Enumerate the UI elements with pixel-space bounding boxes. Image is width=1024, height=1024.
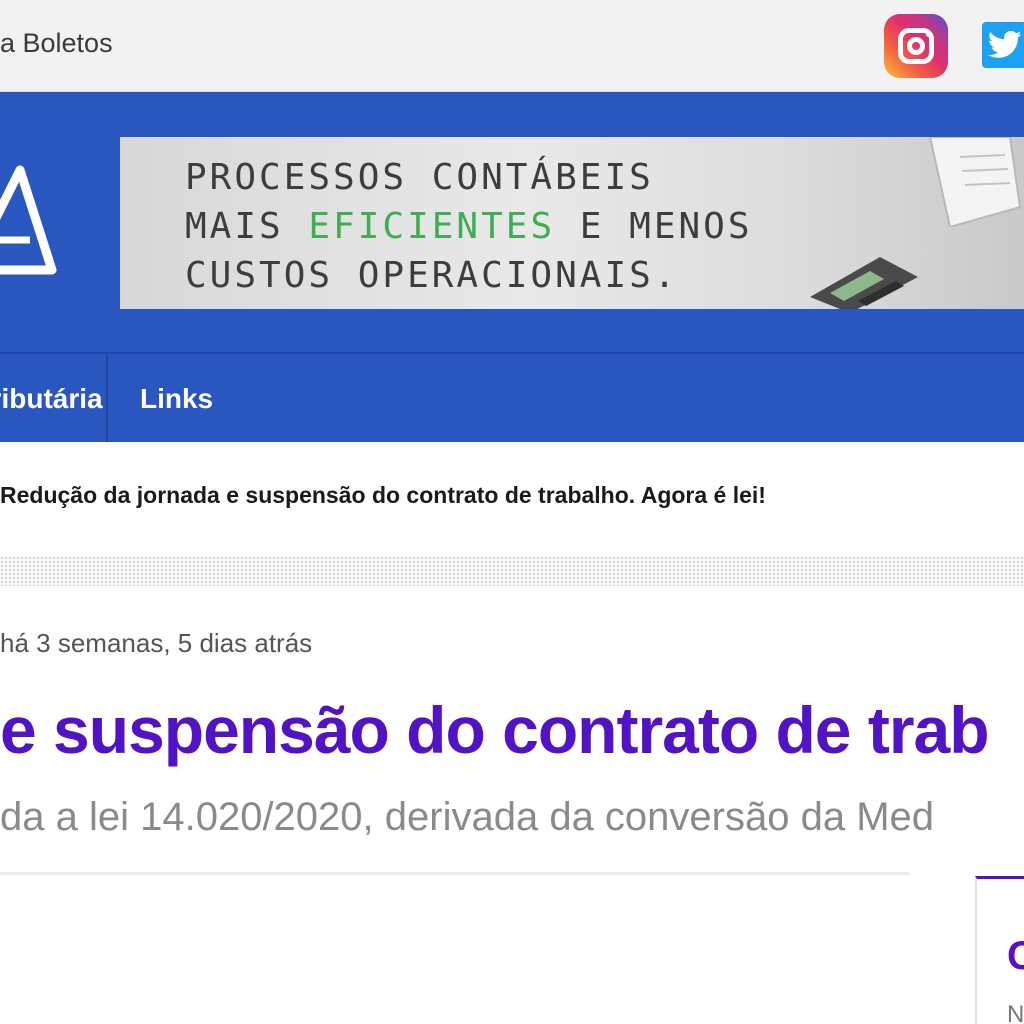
article-lead: da a lei 14.020/2020, derivada da conver…: [0, 795, 935, 839]
banner-line-1: PROCESSOS CONTÁBEIS: [185, 157, 654, 198]
paper-illustration-icon: [928, 137, 1022, 227]
nav-item-links[interactable]: Links: [140, 354, 213, 442]
calculator-icon: [810, 257, 918, 309]
main-nav: Tributária Links: [0, 352, 1024, 442]
banner-line-2: MAIS EFICIENTES E MENOS: [185, 206, 753, 247]
article-title[interactable]: e suspensão do contrato de trab: [0, 692, 990, 768]
banner-highlight: EFICIENTES: [308, 206, 556, 247]
site-logo-icon[interactable]: [0, 160, 60, 280]
top-bar: a Boletos: [0, 0, 1024, 92]
headline-ticker[interactable]: Redução da jornada e suspensão do contra…: [0, 482, 766, 509]
instagram-icon[interactable]: [884, 14, 948, 78]
sidebar-widget-text: N: [1007, 1001, 1024, 1024]
topbar-link-boletos[interactable]: a Boletos: [0, 28, 113, 59]
banner-line-3: CUSTOS OPERACIONAIS.: [185, 255, 679, 296]
divider-strip: [0, 556, 1024, 586]
nav-item-tributaria[interactable]: Tributária: [0, 354, 108, 442]
sidebar-widget-title[interactable]: C: [1007, 934, 1024, 979]
twitter-icon[interactable]: [982, 22, 1024, 68]
ad-banner[interactable]: PROCESSOS CONTÁBEIS MAIS EFICIENTES E ME…: [120, 137, 1024, 309]
sidebar-widget: C N: [975, 876, 1024, 1024]
post-date: há 3 semanas, 5 dias atrás: [0, 628, 313, 658]
content-divider: [0, 872, 910, 875]
